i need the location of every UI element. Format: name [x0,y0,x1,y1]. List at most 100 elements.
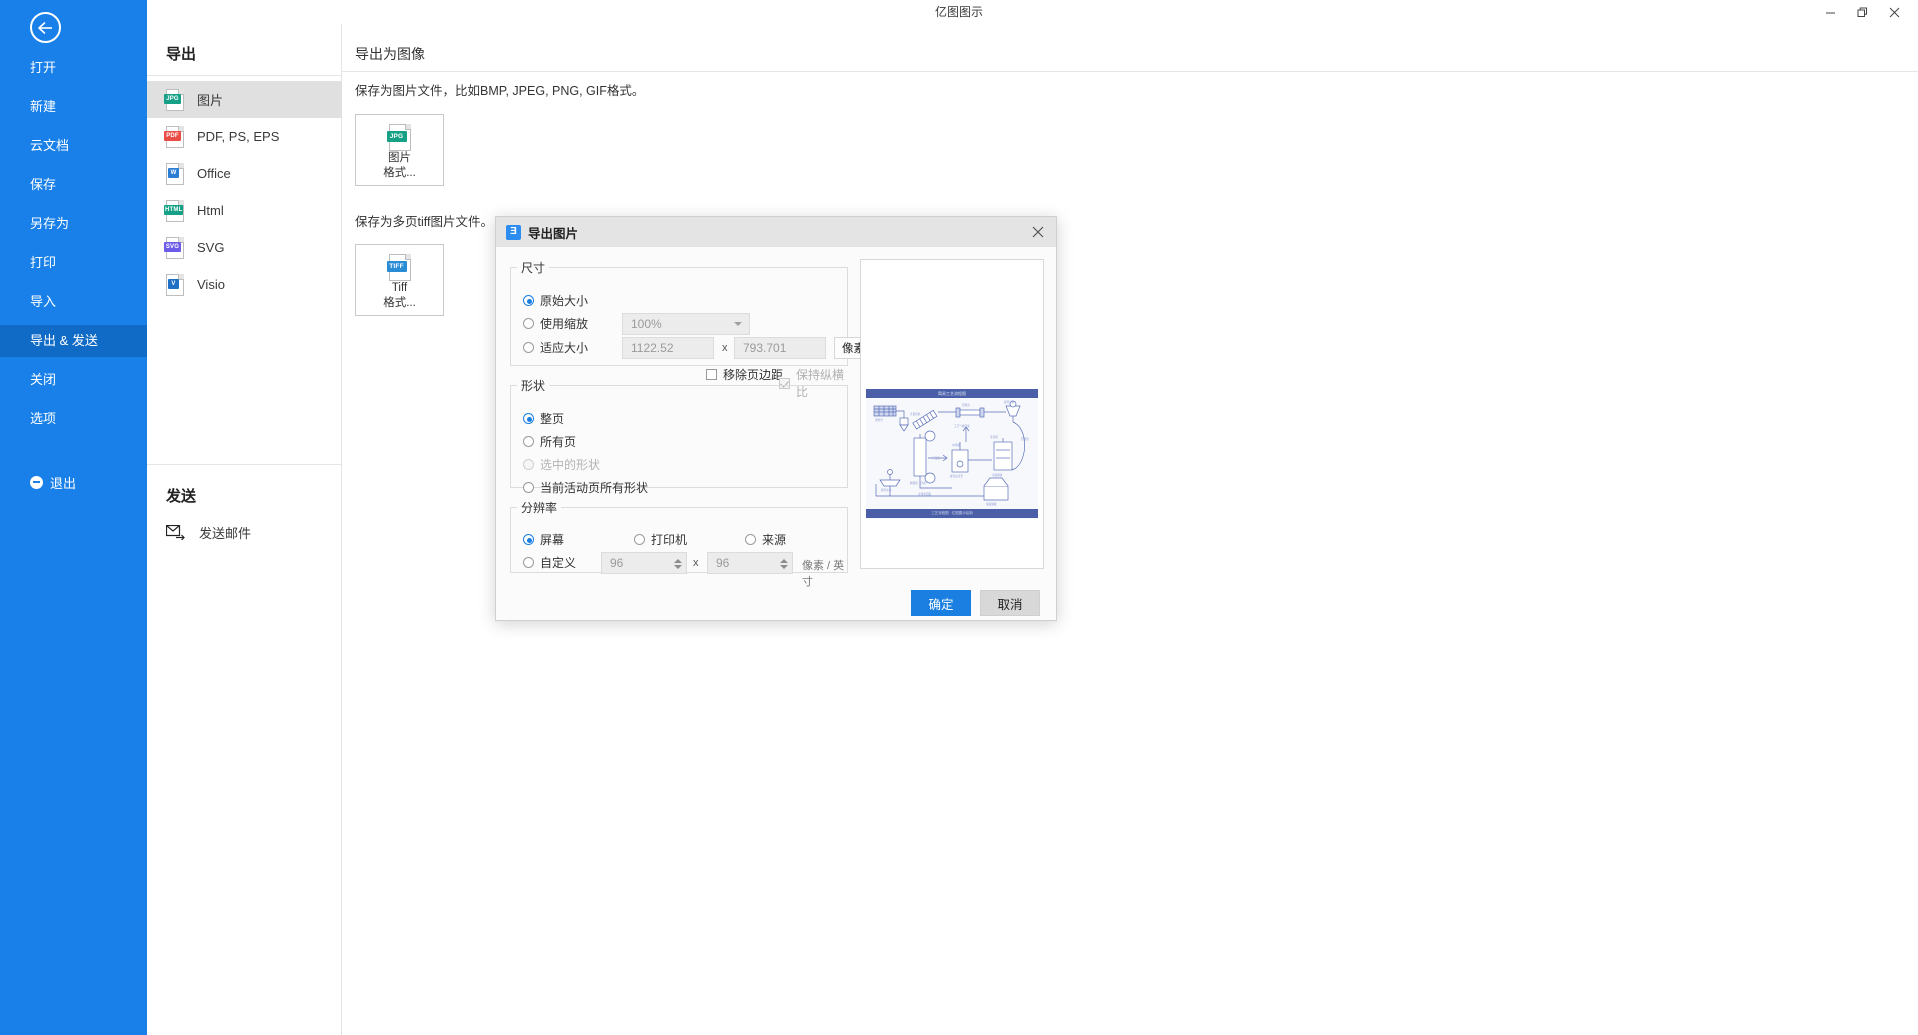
custom-resolution-radio[interactable] [523,557,534,568]
svg-text:中间罐: 中间罐 [952,443,960,447]
tiff-format-tile[interactable]: TIFF Tiff 格式... [355,244,444,316]
divider [342,71,1918,72]
resolution-group: 分辨率 屏幕 打印机 来源 自定义 96 [510,499,848,573]
format-item-office[interactable]: W Office [147,155,342,192]
dpi-x-stepper[interactable] [671,554,685,574]
resolution-option-screen[interactable]: 屏幕 [523,531,564,548]
window-controls [1814,0,1910,24]
svg-text:精馏塔（分离）: 精馏塔（分离） [910,481,928,485]
use-scale-label: 使用缩放 [540,315,588,332]
window-titlebar: 亿图图示 [0,0,1918,24]
divider [147,75,342,76]
jpg-file-icon-tag: JPG [387,131,407,142]
sidebar-item-cloud-doc[interactable]: 云文档 [0,130,147,162]
sidebar-item-print[interactable]: 打印 [0,247,147,279]
svg-text:回转窑: 回转窑 [962,403,970,407]
format-item-pdf-ps-eps[interactable]: PDF PDF, PS, EPS [147,118,342,155]
dialog-titlebar: Ǝ 导出图片 [496,217,1056,247]
shape-group-legend: 形状 [517,377,549,394]
sidebar-item-save[interactable]: 保存 [0,169,147,201]
fit-size-row[interactable]: 适应大小 [523,339,588,356]
original-size-radio[interactable] [523,295,534,306]
pdf-file-icon: PDF [166,126,184,148]
export-format-column: 导出 JPG 图片 PDF PDF, PS, EPS [147,24,342,1035]
width-input-value: 1122.52 [631,341,674,355]
format-item-html[interactable]: HTML Html [147,192,342,229]
export-column-title: 导出 [166,43,196,64]
use-scale-radio[interactable] [523,318,534,329]
width-input[interactable]: 1122.52 [622,337,714,359]
cancel-button[interactable]: 取消 [980,590,1040,616]
tiff-file-icon: TIFF [389,254,411,276]
sidebar-item-export-and-send[interactable]: 导出 & 发送 [0,325,147,357]
image-export-description: 保存为图片文件，比如BMP, JPEG, PNG, GIF格式。 [355,80,644,99]
fit-size-radio[interactable] [523,342,534,353]
close-button[interactable] [1878,1,1910,23]
sidebar-menu: 打开 新建 云文档 保存 另存为 打印 导入 导出 & 发送 关闭 选项 [0,52,147,435]
original-size-label: 原始大小 [540,292,588,309]
pdf-file-icon-tag: PDF [164,131,181,141]
export-image-dialog: Ǝ 导出图片 尺寸 原始大小 使用缩放 [495,216,1057,621]
format-item-html-label: Html [197,203,224,218]
dpi-y-input[interactable]: 96 [707,552,793,574]
scale-dropdown[interactable]: 100% [622,313,750,335]
format-item-image[interactable]: JPG 图片 [147,81,342,118]
tiff-file-icon-tag: TIFF [387,261,407,272]
exit-icon [30,476,43,489]
preview-header-text: 简易工艺流程图 [866,389,1038,398]
selected-shapes-radio [523,459,534,470]
svg-text:洗涤塔: 洗涤塔 [990,435,998,439]
dpi-x-value: 96 [610,556,623,570]
screen-label: 屏幕 [540,531,564,548]
jpg-file-icon: JPG [389,124,411,146]
format-item-svg[interactable]: SVG SVG [147,229,342,266]
format-item-svg-label: SVG [197,240,224,255]
sidebar-item-exit[interactable]: 退出 [0,470,147,494]
use-scale-row[interactable]: 使用缩放 [523,315,588,332]
send-mail-item[interactable]: 发送邮件 [166,523,251,542]
shape-option-all-pages[interactable]: 所有页 [523,433,576,450]
height-input[interactable]: 793.701 [734,337,826,359]
resolution-option-source[interactable]: 来源 [745,531,786,548]
dpi-y-stepper[interactable] [777,554,791,574]
sidebar-item-new[interactable]: 新建 [0,91,147,123]
original-size-row[interactable]: 原始大小 [523,292,588,309]
svg-text:回流管: 回流管 [1021,437,1029,441]
resolution-option-custom[interactable]: 自定义 [523,554,576,571]
all-pages-radio[interactable] [523,436,534,447]
sidebar-item-options[interactable]: 选项 [0,403,147,435]
resolution-option-printer[interactable]: 打印机 [634,531,687,548]
format-item-pdf-label: PDF, PS, EPS [197,129,279,144]
whole-page-radio[interactable] [523,413,534,424]
minimize-button[interactable] [1814,1,1846,23]
shape-option-whole-page[interactable]: 整页 [523,410,564,427]
svg-text:冷却水回路: 冷却水回路 [918,492,931,496]
maximize-restore-button[interactable] [1846,1,1878,23]
back-arrow-icon[interactable] [30,12,61,43]
resolution-x-separator: x [693,557,699,569]
sidebar-item-import[interactable]: 导入 [0,286,147,318]
size-group-legend: 尺寸 [517,259,549,276]
confirm-button[interactable]: 确定 [911,590,971,616]
image-format-tile-line1: 图片 [388,151,411,166]
sidebar-item-open[interactable]: 打开 [0,52,147,84]
image-format-tile[interactable]: JPG 图片 格式... [355,114,444,186]
source-radio[interactable] [745,534,756,545]
dpi-x-input[interactable]: 96 [601,552,687,574]
dialog-close-icon[interactable] [1026,221,1050,243]
format-item-visio[interactable]: V Visio [147,266,342,303]
shape-group: 形状 整页 所有页 选中的形状 当前活动页所有形状 [510,377,848,488]
chevron-down-icon [734,322,742,326]
printer-radio[interactable] [634,534,645,545]
sidebar-item-close[interactable]: 关闭 [0,364,147,396]
send-mail-label: 发送邮件 [199,523,251,542]
word-file-icon-tag: W [168,168,179,178]
dialog-title: 导出图片 [528,223,578,242]
screen-radio[interactable] [523,534,534,545]
svg-text:工艺气体回流: 工艺气体回流 [954,424,970,428]
shape-option-active-page-shapes[interactable]: 当前活动页所有形状 [523,479,648,496]
active-page-shapes-radio[interactable] [523,482,534,493]
send-section-title: 发送 [166,485,196,506]
svg-text:产品流: 产品流 [932,456,940,460]
sidebar-item-save-as[interactable]: 另存为 [0,208,147,240]
